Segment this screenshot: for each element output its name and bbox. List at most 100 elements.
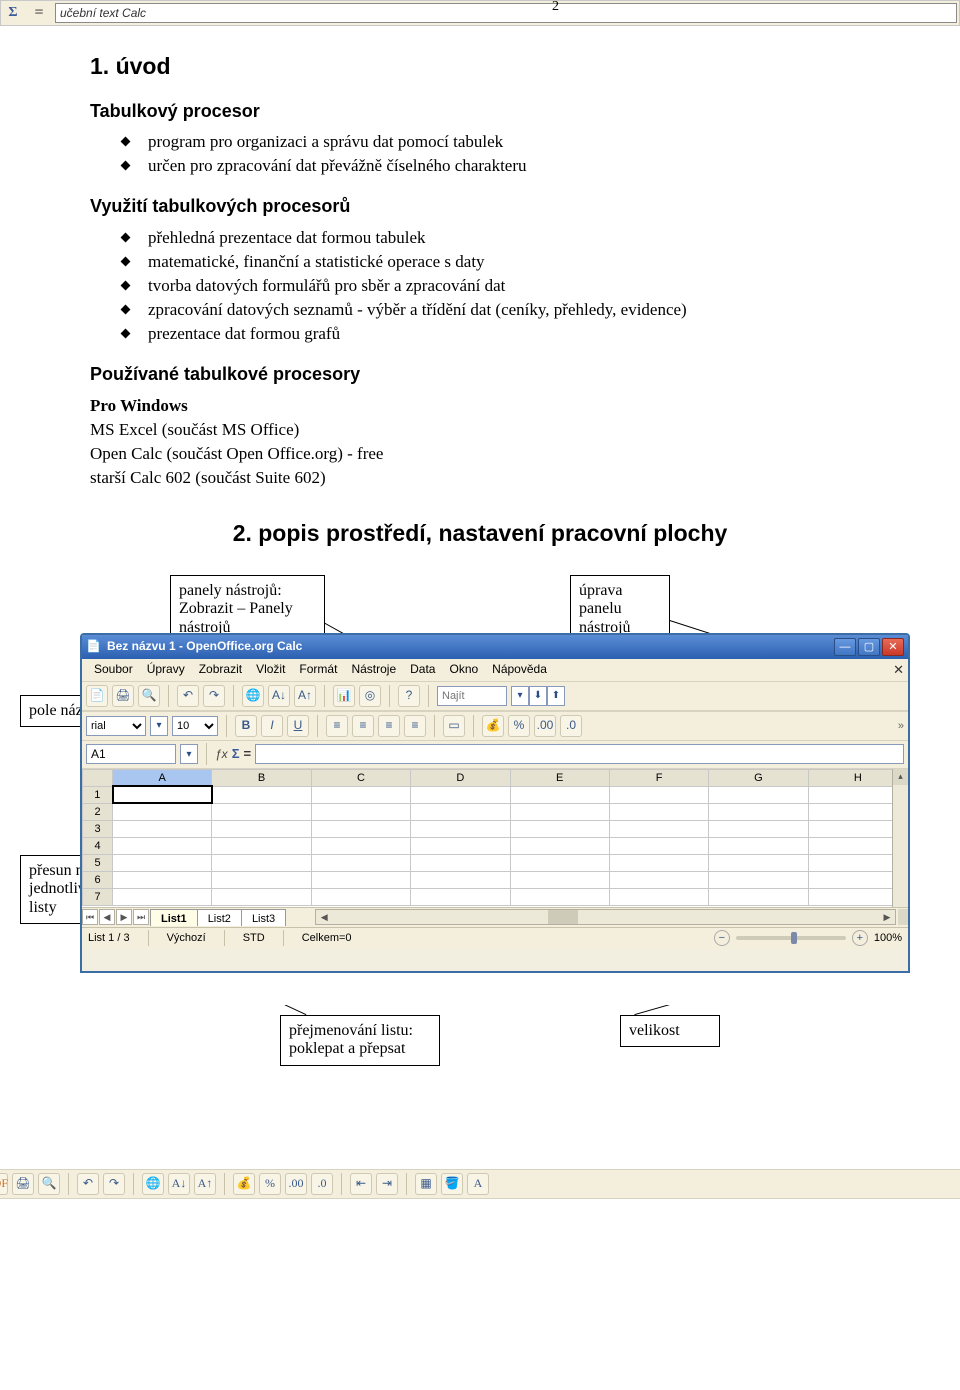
fontsize-select[interactable]: 10 (172, 716, 218, 736)
sheet-tab[interactable]: List3 (241, 909, 286, 926)
cell[interactable] (113, 786, 212, 803)
formula-input-top[interactable] (55, 3, 957, 23)
bold-button[interactable]: B (235, 715, 257, 737)
undo-icon[interactable]: ↶ (77, 1173, 99, 1195)
pdf-icon[interactable]: PDF (0, 1173, 8, 1195)
select-all-corner[interactable] (83, 769, 113, 786)
row-header[interactable]: 1 (83, 786, 113, 803)
remove-decimal-icon[interactable]: .0 (560, 715, 582, 737)
find-input[interactable] (437, 686, 507, 706)
find-next-icon[interactable]: ⬆ (547, 686, 565, 706)
menu-vlozit[interactable]: Vložit (250, 660, 291, 680)
menu-format[interactable]: Formát (293, 660, 343, 680)
preview-icon[interactable]: 🔍 (138, 685, 160, 707)
row-header[interactable]: 3 (83, 820, 113, 837)
percent-icon[interactable]: % (259, 1173, 281, 1195)
cell[interactable] (609, 786, 708, 803)
cell[interactable] (311, 786, 410, 803)
tab-next-icon[interactable]: ▶ (116, 909, 132, 925)
chart-icon[interactable]: 📊 (333, 685, 355, 707)
hyperlink-icon[interactable]: 🌐 (142, 1173, 164, 1195)
equals-icon[interactable]: = (244, 746, 252, 763)
minimize-button[interactable]: — (834, 638, 856, 656)
merge-cells-icon[interactable]: ▭ (443, 715, 465, 737)
print-icon[interactable]: 🖨 (112, 685, 134, 707)
preview-icon[interactable]: 🔍 (38, 1173, 60, 1195)
help-icon[interactable]: ? (398, 685, 420, 707)
percent-icon[interactable]: % (508, 715, 530, 737)
align-justify-icon[interactable]: ≡ (404, 715, 426, 737)
horizontal-scrollbar[interactable]: ◀▶ (315, 909, 896, 925)
chevron-down-icon[interactable]: ▾ (180, 744, 198, 764)
increase-indent-icon[interactable]: ⇥ (376, 1173, 398, 1195)
column-header[interactable]: A (113, 769, 212, 786)
italic-button[interactable]: I (261, 715, 283, 737)
underline-button[interactable]: U (287, 715, 309, 737)
column-header[interactable]: E (510, 769, 609, 786)
sort-asc-icon[interactable]: A↓ (268, 685, 290, 707)
add-decimal-icon[interactable]: .00 (285, 1173, 307, 1195)
menu-zobrazit[interactable]: Zobrazit (193, 660, 248, 680)
sort-desc-icon[interactable]: A↑ (194, 1173, 216, 1195)
fontcolor-icon[interactable]: A (467, 1173, 489, 1195)
zoom-in-button[interactable]: + (852, 930, 868, 946)
remove-decimal-icon[interactable]: .0 (311, 1173, 333, 1195)
font-select[interactable]: rial (86, 716, 146, 736)
split-handle[interactable] (898, 909, 908, 925)
bgcolor-icon[interactable]: 🪣 (441, 1173, 463, 1195)
row-header[interactable]: 5 (83, 854, 113, 871)
cell[interactable] (113, 803, 212, 820)
cell[interactable] (709, 786, 808, 803)
column-header[interactable]: F (609, 769, 708, 786)
zoom-out-button[interactable]: − (714, 930, 730, 946)
close-doc-icon[interactable]: ✕ (893, 662, 904, 679)
align-right-icon[interactable]: ≡ (378, 715, 400, 737)
navigator-icon[interactable]: ◎ (359, 685, 381, 707)
column-header[interactable]: C (311, 769, 410, 786)
align-center-icon[interactable]: ≡ (352, 715, 374, 737)
find-prev-icon[interactable]: ⬇ (529, 686, 547, 706)
borders-icon[interactable]: ▦ (415, 1173, 437, 1195)
currency-icon[interactable]: 💰 (233, 1173, 255, 1195)
menu-napoveda[interactable]: Nápověda (486, 660, 553, 680)
close-button[interactable]: ✕ (882, 638, 904, 656)
zoom-slider[interactable] (736, 936, 846, 940)
toolbar-overflow-icon[interactable]: » (898, 719, 904, 733)
row-header[interactable]: 6 (83, 871, 113, 888)
currency-icon[interactable]: 💰 (482, 715, 504, 737)
align-left-icon[interactable]: ≡ (326, 715, 348, 737)
pdf-icon[interactable]: 📄 (86, 685, 108, 707)
undo-icon[interactable]: ↶ (177, 685, 199, 707)
tab-prev-icon[interactable]: ◀ (99, 909, 115, 925)
name-box[interactable] (86, 744, 176, 764)
menu-okno[interactable]: Okno (443, 660, 484, 680)
menu-soubor[interactable]: Soubor (88, 660, 139, 680)
menu-upravy[interactable]: Úpravy (141, 660, 191, 680)
hyperlink-icon[interactable]: 🌐 (242, 685, 264, 707)
cell[interactable] (411, 786, 510, 803)
sheet-tab[interactable]: List1 (150, 909, 198, 926)
redo-icon[interactable]: ↷ (203, 685, 225, 707)
tab-last-icon[interactable]: ⏭ (133, 909, 149, 925)
column-header[interactable]: B (212, 769, 311, 786)
sort-desc-icon[interactable]: A↑ (294, 685, 316, 707)
column-header[interactable]: D (411, 769, 510, 786)
find-dropdown-icon[interactable]: ▾ (511, 686, 529, 706)
row-header[interactable]: 2 (83, 803, 113, 820)
menu-data[interactable]: Data (404, 660, 441, 680)
sheet-tab[interactable]: List2 (197, 909, 242, 926)
row-header[interactable]: 4 (83, 837, 113, 854)
chevron-down-icon[interactable]: ▾ (150, 716, 168, 736)
menu-nastroje[interactable]: Nástroje (345, 660, 402, 680)
formula-input[interactable] (255, 744, 904, 764)
add-decimal-icon[interactable]: .00 (534, 715, 556, 737)
redo-icon[interactable]: ↷ (103, 1173, 125, 1195)
vertical-scrollbar[interactable]: ▴ (892, 769, 908, 907)
cell[interactable] (510, 786, 609, 803)
sort-asc-icon[interactable]: A↓ (168, 1173, 190, 1195)
column-header[interactable]: G (709, 769, 808, 786)
maximize-button[interactable]: ▢ (858, 638, 880, 656)
row-header[interactable]: 7 (83, 888, 113, 905)
decrease-indent-icon[interactable]: ⇤ (350, 1173, 372, 1195)
fx-icon[interactable]: ƒx (215, 747, 228, 763)
